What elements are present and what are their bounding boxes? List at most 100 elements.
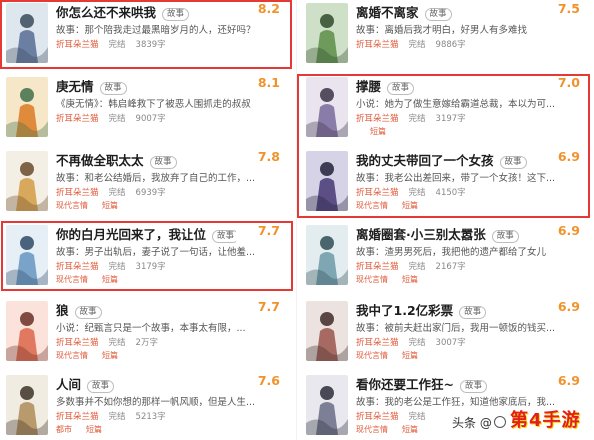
book-cover-image[interactable]	[6, 301, 48, 361]
book-meta: 折耳朵兰猫 完结 2167字	[356, 260, 466, 272]
story-tag-badge: 故事	[99, 82, 127, 95]
book-title[interactable]: 看你还要工作狂~ 故事	[356, 374, 487, 394]
book-card[interactable]: 我中了1.2亿彩票 故事 6.9 故事：被前夫赶出家门后，我用一顿饭的钱买... 折耳朵…	[300, 298, 590, 364]
genre-tag[interactable]: 现代言情	[356, 425, 388, 434]
book-title-text: 我的丈夫带回了一个女孩	[356, 153, 494, 168]
book-card[interactable]: 不再做全职太太 故事 7.8 故事：和老公结婚后，我放弃了自己的工作，... 折耳朵兰猫…	[0, 148, 290, 214]
book-meta: 折耳朵兰猫 完结 6939字	[56, 186, 166, 198]
book-meta: 折耳朵兰猫 完结 3007字	[356, 336, 466, 348]
genre-tag[interactable]: 现代言情	[356, 201, 388, 210]
book-card[interactable]: 离婚圈套·小三别太嚣张 故事 6.9 故事：渣男男死后，我把他的遗产都给了女儿 折耳朵兰…	[300, 222, 590, 288]
rating-score: 7.7	[257, 223, 280, 238]
status-label: 完结	[408, 114, 426, 124]
book-title[interactable]: 你怎么还不来哄我 故事	[56, 2, 190, 22]
genre-tag[interactable]: 现代言情	[56, 275, 88, 284]
length-tag[interactable]: 短篇	[102, 275, 118, 284]
book-title[interactable]: 狼故事	[56, 300, 102, 320]
genre-tags: 现代言情 短篇	[56, 274, 132, 285]
author-name[interactable]: 折耳朵兰猫	[356, 338, 399, 348]
author-name[interactable]: 折耳朵兰猫	[356, 262, 399, 272]
book-title[interactable]: 离婚不离家 故事	[356, 2, 452, 22]
length-tag[interactable]: 短篇	[102, 351, 118, 360]
author-name[interactable]: 折耳朵兰猫	[56, 188, 99, 198]
status-label: 完结	[108, 262, 126, 272]
book-title-text: 你怎么还不来哄我	[56, 5, 157, 20]
genre-tags: 现代言情 短篇	[356, 274, 432, 285]
genre-tag[interactable]: 都市	[56, 425, 72, 434]
author-name[interactable]: 折耳朵兰猫	[56, 338, 99, 348]
book-cover-image[interactable]	[6, 77, 48, 137]
author-name[interactable]: 折耳朵兰猫	[56, 412, 99, 422]
book-title[interactable]: 我中了1.2亿彩票 故事	[356, 300, 487, 320]
book-title-text: 离婚圈套·小三别太嚣张	[356, 227, 486, 242]
book-card[interactable]: 离婚不离家 故事 7.5 故事：离婚后我才明白，好男人有多难找 折耳朵兰猫 完结 9886字	[300, 0, 590, 66]
book-title-text: 我中了1.2亿彩票	[356, 303, 454, 318]
length-tag[interactable]: 短篇	[102, 201, 118, 210]
story-tag-badge: 故事	[459, 306, 487, 319]
length-tag[interactable]: 短篇	[402, 275, 418, 284]
book-meta: 折耳朵兰猫 完结 9886字	[356, 38, 466, 50]
book-title[interactable]: 你的白月光回来了，我让位 故事	[56, 224, 236, 244]
word-count: 3839字	[135, 40, 166, 50]
book-card[interactable]: 你的白月光回来了，我让位 故事 7.7 故事：男子出轨后，妻子说了一句话，让他羞...…	[0, 222, 290, 288]
book-title[interactable]: 我的丈夫带回了一个女孩 故事	[356, 150, 527, 170]
site-logo: 第4手游	[510, 410, 581, 431]
length-tag[interactable]: 短篇	[402, 425, 418, 434]
book-card[interactable]: 撑腰 故事 7.0 小说：她为了做生意嫁给霸道总裁，本以为可... 折耳朵兰猫 完结 319…	[300, 74, 590, 140]
genre-tag[interactable]: 现代言情	[356, 275, 388, 284]
book-cover-image[interactable]	[6, 151, 48, 211]
genre-tag[interactable]: 现代言情	[56, 201, 88, 210]
book-meta: 折耳朵兰猫 完结 9007字	[56, 112, 166, 124]
book-meta: 折耳朵兰猫 完结	[356, 410, 436, 422]
book-card[interactable]: 庚无情 故事 8.1 《庚无情》：韩启峰救下了被恶人围抓走的叔叔 折耳朵兰猫 完结 9007…	[0, 74, 290, 140]
genre-tag[interactable]: 现代言情	[56, 351, 88, 360]
author-name[interactable]: 折耳朵兰猫	[56, 262, 99, 272]
book-title-text: 你的白月光回来了，我让位	[56, 227, 207, 242]
book-cover-image[interactable]	[6, 375, 48, 435]
book-cover-image[interactable]	[306, 151, 348, 211]
book-title-text: 离婚不离家	[356, 5, 419, 20]
book-card[interactable]: 你怎么还不来哄我 故事 8.2 故事：那个陪我走过最黑暗岁月的人，还好吗？ 折耳朵兰猫完…	[0, 0, 290, 66]
author-name[interactable]: 折耳朵兰猫	[356, 412, 399, 422]
book-title[interactable]: 人间 故事	[56, 374, 115, 394]
story-tag-badge: 故事	[459, 380, 487, 393]
book-card[interactable]: 人间 故事 7.6 多数事并不如你想的那样一帆风顺，但是人生... 折耳朵兰猫 完结 521…	[0, 372, 290, 438]
rating-score: 6.9	[557, 299, 580, 314]
author-name[interactable]: 折耳朵兰猫	[356, 188, 399, 198]
author-name[interactable]: 折耳朵兰猫	[356, 40, 399, 50]
story-tag-badge: 故事	[212, 230, 236, 243]
book-summary: 故事：被前夫赶出家门后，我用一顿饭的钱买...	[356, 323, 556, 334]
length-tag[interactable]: 短篇	[370, 127, 386, 136]
column-divider	[296, 0, 297, 440]
rating-score: 6.9	[557, 149, 580, 164]
book-cover-image[interactable]	[6, 225, 48, 285]
status-label: 完结	[408, 262, 426, 272]
genre-tag[interactable]: 现代言情	[356, 351, 388, 360]
length-tag[interactable]: 短篇	[402, 201, 418, 210]
book-cover-image[interactable]	[306, 375, 348, 435]
book-title[interactable]: 离婚圈套·小三别太嚣张 故事	[356, 224, 519, 244]
length-tag[interactable]: 短篇	[86, 425, 102, 434]
book-card[interactable]: 我的丈夫带回了一个女孩 故事 6.9 故事：我老公出差回来，带了一个女孩！这下... 折…	[300, 148, 590, 214]
length-tag[interactable]: 短篇	[402, 351, 418, 360]
author-name[interactable]: 折耳朵兰猫	[56, 40, 99, 50]
book-cover-image[interactable]	[306, 225, 348, 285]
book-title[interactable]: 庚无情 故事	[56, 76, 127, 96]
book-card[interactable]: 狼故事 7.7 小说：纪甄言只是一个故事，本事太有限，... 折耳朵兰猫 完结 2万字 现代…	[0, 298, 290, 364]
author-name[interactable]: 折耳朵兰猫	[356, 114, 399, 124]
book-title[interactable]: 不再做全职太太 故事	[56, 150, 177, 170]
book-cover-image[interactable]	[306, 301, 348, 361]
book-summary: 故事：男子出轨后，妻子说了一句话，让他羞...	[56, 247, 256, 258]
book-meta: 折耳朵兰猫 完结 4150字	[356, 186, 466, 198]
genre-tags	[56, 126, 84, 135]
status-label: 完结	[408, 188, 426, 198]
book-summary: 故事：那个陪我走过最黑暗岁月的人，还好吗？	[56, 25, 256, 36]
book-title[interactable]: 撑腰 故事	[356, 76, 415, 96]
word-count: 2167字	[435, 262, 466, 272]
author-name[interactable]: 折耳朵兰猫	[56, 114, 99, 124]
book-cover-image[interactable]	[306, 77, 348, 137]
genre-tags: 短篇	[356, 126, 400, 137]
status-label: 完结	[108, 412, 126, 422]
book-cover-image[interactable]	[306, 3, 348, 63]
book-cover-image[interactable]	[6, 3, 48, 63]
